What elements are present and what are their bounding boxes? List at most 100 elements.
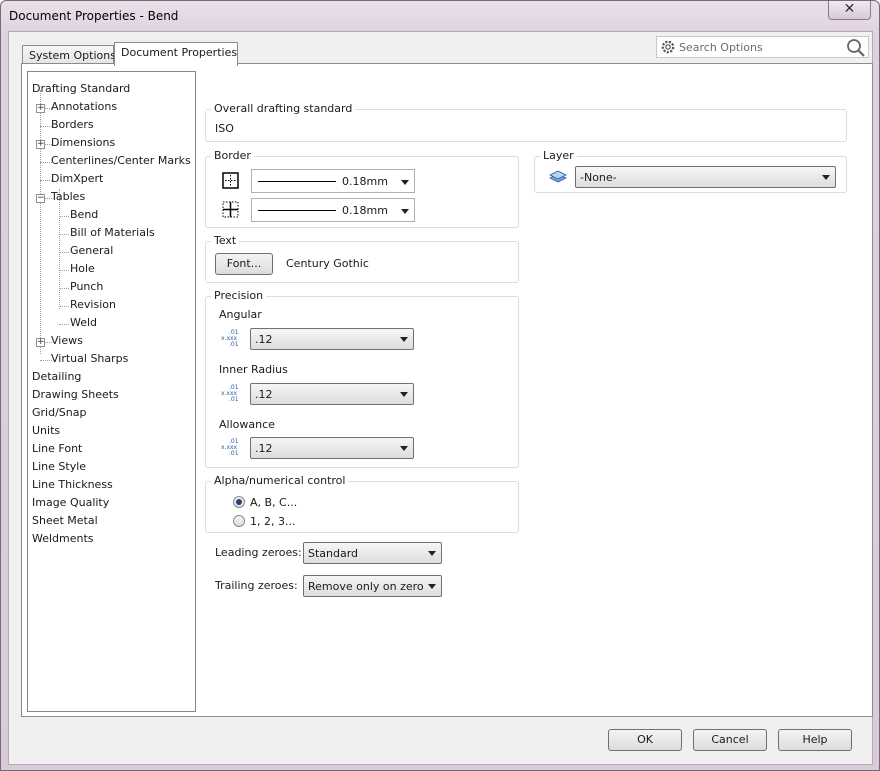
precision-icon: .01 x.xxx .01	[221, 385, 241, 403]
inner-border-thickness-value: 0.18mm	[342, 204, 388, 217]
chevron-down-icon	[400, 337, 408, 342]
tree-item-virtual-sharps[interactable]: Virtual Sharps	[51, 351, 128, 367]
tree-item-line-font[interactable]: Line Font	[32, 441, 82, 457]
allowance-label: Allowance	[219, 418, 275, 431]
tree-item-units[interactable]: Units	[32, 423, 60, 439]
alpha-radio[interactable]	[233, 496, 245, 508]
precision-label: Precision	[211, 289, 267, 302]
precision-icon: .01 x.xxx .01	[221, 439, 241, 457]
search-box[interactable]: Search Options	[656, 36, 869, 58]
layers-icon	[548, 169, 568, 188]
tab-document-properties[interactable]: Document Properties	[114, 42, 238, 66]
tree-item-centerlines[interactable]: Centerlines/Center Marks	[51, 153, 191, 169]
alpha-radio-label: A, B, C...	[250, 496, 298, 509]
chevron-down-icon	[401, 209, 409, 214]
layer-select[interactable]: -None-	[575, 166, 836, 188]
inner-radius-precision-value: .12	[255, 388, 273, 401]
tree-connector	[59, 189, 60, 309]
tree-item-bill-of-materials[interactable]: Bill of Materials	[70, 225, 155, 241]
inner-border-thickness-select[interactable]: 0.18mm	[251, 198, 415, 222]
title-bar[interactable]: Document Properties - Bend ✕	[1, 1, 879, 31]
tree-item-borders[interactable]: Borders	[51, 117, 94, 133]
tree-item-views[interactable]: Views	[51, 333, 83, 349]
tree-item-drafting-standard[interactable]: Drafting Standard	[32, 81, 130, 97]
inner-border-icon	[222, 201, 239, 221]
outer-border-thickness-select[interactable]: 0.18mm	[251, 169, 415, 193]
font-name: Century Gothic	[286, 257, 369, 270]
trailing-zeroes-value: Remove only on zero	[308, 580, 424, 593]
tree-item-dimensions[interactable]: Dimensions	[51, 135, 115, 151]
expand-icon[interactable]: +	[36, 140, 45, 149]
dialog-window: Document Properties - Bend ✕ System Opti…	[0, 0, 880, 771]
tree-item-hole[interactable]: Hole	[70, 261, 95, 277]
precision-icon-text: .01	[229, 450, 239, 457]
tree-item-detailing[interactable]: Detailing	[32, 369, 81, 385]
tree-connector	[40, 90, 41, 354]
trailing-zeroes-select[interactable]: Remove only on zero	[303, 575, 442, 597]
collapse-icon[interactable]: −	[36, 194, 45, 203]
chevron-down-icon	[428, 551, 436, 556]
tree-item-punch[interactable]: Punch	[70, 279, 103, 295]
inner-radius-label: Inner Radius	[219, 363, 288, 376]
outer-border-icon	[222, 172, 239, 192]
tree-item-line-style[interactable]: Line Style	[32, 459, 86, 475]
search-icon[interactable]	[846, 38, 866, 60]
overall-standard-label: Overall drafting standard	[211, 102, 356, 115]
tree-item-weld[interactable]: Weld	[70, 315, 97, 331]
trailing-zeroes-label: Trailing zeroes:	[215, 579, 298, 592]
tree-item-dimxpert[interactable]: DimXpert	[51, 171, 103, 187]
chevron-down-icon	[400, 446, 408, 451]
precision-icon-text: .01	[229, 396, 239, 403]
inner-radius-precision-select[interactable]: .12	[250, 383, 414, 405]
numeric-radio-label: 1, 2, 3...	[250, 515, 296, 528]
leading-zeroes-label: Leading zeroes:	[215, 546, 302, 559]
tree-item-tables[interactable]: Tables	[51, 189, 85, 205]
tree-item-general[interactable]: General	[70, 243, 113, 259]
tree-item-line-thickness[interactable]: Line Thickness	[32, 477, 113, 493]
chevron-down-icon	[400, 392, 408, 397]
overall-standard-value: ISO	[215, 122, 234, 135]
tree-item-grid-snap[interactable]: Grid/Snap	[32, 405, 86, 421]
gear-icon	[660, 39, 676, 58]
help-button[interactable]: Help	[778, 729, 852, 751]
allowance-precision-select[interactable]: .12	[250, 437, 414, 459]
precision-icon: .01 x.xxx .01	[221, 330, 241, 348]
expand-icon[interactable]: +	[36, 338, 45, 347]
text-group-label: Text	[211, 234, 240, 247]
options-tree: Drafting Standard + Annotations Borders …	[27, 71, 196, 712]
tree-item-drawing-sheets[interactable]: Drawing Sheets	[32, 387, 119, 403]
chevron-down-icon	[822, 175, 830, 180]
outer-border-thickness-value: 0.18mm	[342, 175, 388, 188]
tree-item-annotations[interactable]: Annotations	[51, 99, 117, 115]
tree-item-bend[interactable]: Bend	[70, 207, 99, 223]
chevron-down-icon	[401, 180, 409, 185]
border-label: Border	[211, 149, 254, 162]
line-sample	[258, 181, 336, 182]
angular-precision-select[interactable]: .12	[250, 328, 414, 350]
font-button[interactable]: Font...	[215, 253, 273, 275]
line-sample	[258, 210, 336, 211]
chevron-down-icon	[428, 584, 436, 589]
angular-precision-value: .12	[255, 333, 273, 346]
layer-select-value: -None-	[580, 171, 617, 184]
precision-icon-text: .01	[229, 341, 239, 348]
search-input[interactable]: Search Options	[679, 41, 763, 54]
cancel-button[interactable]: Cancel	[693, 729, 767, 751]
properties-panel: Drafting Standard + Annotations Borders …	[21, 63, 873, 717]
angular-label: Angular	[219, 308, 262, 321]
close-button[interactable]: ✕	[828, 1, 871, 20]
tree-item-revision[interactable]: Revision	[70, 297, 116, 313]
dialog-client: System Options Document Properties Searc…	[8, 31, 873, 765]
allowance-precision-value: .12	[255, 442, 273, 455]
alpha-numerical-label: Alpha/numerical control	[211, 474, 349, 487]
numeric-radio[interactable]	[233, 515, 245, 527]
tree-item-weldments[interactable]: Weldments	[32, 531, 94, 547]
window-title: Document Properties - Bend	[9, 9, 179, 23]
leading-zeroes-value: Standard	[308, 547, 359, 560]
ok-button[interactable]: OK	[608, 729, 682, 751]
leading-zeroes-select[interactable]: Standard	[303, 542, 442, 564]
tree-item-sheet-metal[interactable]: Sheet Metal	[32, 513, 98, 529]
tree-item-image-quality[interactable]: Image Quality	[32, 495, 109, 511]
layer-label: Layer	[540, 149, 577, 162]
expand-icon[interactable]: +	[36, 104, 45, 113]
